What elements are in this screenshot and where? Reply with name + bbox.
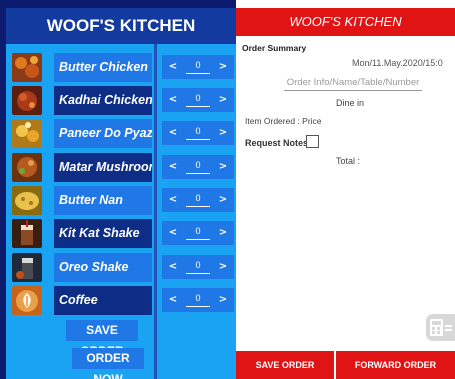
decrement-button[interactable]: < — [164, 255, 182, 279]
quantity-stepper: < 0 > — [162, 221, 234, 245]
summary-save-order-button[interactable]: SAVE ORDER — [236, 351, 334, 379]
menu-item-butter-nan: Butter Nan < 0 > — [12, 186, 234, 215]
menu-item-kadhai-chicken: Kadhai Chicken < 0 > — [12, 86, 234, 115]
decrement-button[interactable]: < — [164, 155, 182, 179]
decrement-button[interactable]: < — [164, 121, 182, 145]
order-info-input[interactable] — [284, 75, 422, 91]
menu-item-oreo-shake: Oreo Shake < 0 > — [12, 253, 234, 282]
menu-item-matar-mushroom: Matar Mushroom < 0 > — [12, 153, 234, 182]
menu-item-butter-chicken: Butter Chicken < 0 > — [12, 53, 234, 82]
menu-item-coffee: Coffee < 0 > — [12, 286, 234, 315]
summary-header: WOOF'S KITCHEN — [236, 8, 455, 36]
menu-header: WOOF'S KITCHEN — [6, 8, 236, 44]
kadhai-chicken-thumbnail — [12, 86, 42, 115]
matar-mushroom-thumbnail — [12, 153, 42, 182]
request-notes-label: Request Notes — [245, 138, 309, 148]
quantity-value[interactable]: 0 — [186, 158, 210, 174]
increment-button[interactable]: > — [214, 121, 232, 145]
item-name[interactable]: Butter Chicken — [54, 53, 152, 82]
quantity-stepper: < 0 > — [162, 255, 234, 279]
summary-title: WOOF'S KITCHEN — [289, 14, 402, 29]
decrement-button[interactable]: < — [164, 288, 182, 312]
quantity-value[interactable]: 0 — [186, 58, 210, 74]
increment-button[interactable]: > — [214, 255, 232, 279]
quantity-value[interactable]: 0 — [186, 191, 210, 207]
menu-title: WOOF'S KITCHEN — [46, 16, 196, 35]
increment-button[interactable]: > — [214, 221, 232, 245]
quantity-value[interactable]: 0 — [186, 124, 210, 140]
calculator-button[interactable] — [426, 314, 455, 341]
quantity-stepper: < 0 > — [162, 55, 234, 79]
butter-chicken-thumbnail — [12, 53, 42, 82]
item-name[interactable]: Matar Mushroom — [54, 153, 152, 182]
item-name[interactable]: Paneer Do Pyaza — [54, 119, 152, 148]
menu-item-paneer-do-pyaza: Paneer Do Pyaza < 0 > — [12, 119, 234, 148]
kit-kat-shake-thumbnail — [12, 219, 42, 248]
increment-button[interactable]: > — [214, 155, 232, 179]
quantity-value[interactable]: 0 — [186, 224, 210, 240]
quantity-value[interactable]: 0 — [186, 291, 210, 307]
order-now-button[interactable]: ORDER NOW — [72, 348, 144, 379]
item-name[interactable]: Kadhai Chicken — [54, 86, 152, 115]
item-name[interactable]: Oreo Shake — [54, 253, 152, 282]
forward-order-button[interactable]: FORWARD ORDER — [336, 351, 455, 379]
quantity-stepper: < 0 > — [162, 88, 234, 112]
quantity-stepper: < 0 > — [162, 288, 234, 312]
quantity-stepper: < 0 > — [162, 121, 234, 145]
quantity-value[interactable]: 0 — [186, 91, 210, 107]
coffee-thumbnail — [12, 286, 42, 315]
quantity-value[interactable]: 0 — [186, 258, 210, 274]
butter-nan-thumbnail — [12, 186, 42, 215]
item-ordered-label: Item Ordered : Price — [245, 116, 322, 126]
quantity-stepper: < 0 > — [162, 188, 234, 212]
date-time-text: Mon/11.May.2020/15:0 — [352, 58, 443, 68]
decrement-button[interactable]: < — [164, 188, 182, 212]
decrement-button[interactable]: < — [164, 88, 182, 112]
save-order-button[interactable]: SAVE ORDER — [66, 320, 138, 358]
quantity-stepper: < 0 > — [162, 155, 234, 179]
increment-button[interactable]: > — [214, 55, 232, 79]
item-name[interactable]: Coffee — [54, 286, 152, 315]
paneer-do-pyaza-thumbnail — [12, 119, 42, 148]
increment-button[interactable]: > — [214, 188, 232, 212]
increment-button[interactable]: > — [214, 288, 232, 312]
decrement-button[interactable]: < — [164, 55, 182, 79]
total-label: Total : — [336, 156, 361, 166]
decrement-button[interactable]: < — [164, 221, 182, 245]
oreo-shake-thumbnail — [12, 253, 42, 282]
dine-in-text[interactable]: Dine in — [336, 98, 364, 108]
order-summary-label: Order Summary — [242, 43, 307, 53]
app-screen: WOOF'S KITCHEN Butter Chicken < 0 > Kadh… — [0, 0, 455, 379]
item-name[interactable]: Butter Nan — [54, 186, 152, 215]
request-notes-checkbox[interactable] — [306, 135, 319, 148]
menu-item-kit-kat-shake: Kit Kat Shake < 0 > — [12, 219, 234, 248]
increment-button[interactable]: > — [214, 88, 232, 112]
item-name[interactable]: Kit Kat Shake — [54, 219, 152, 248]
calculator-icon — [430, 319, 452, 336]
